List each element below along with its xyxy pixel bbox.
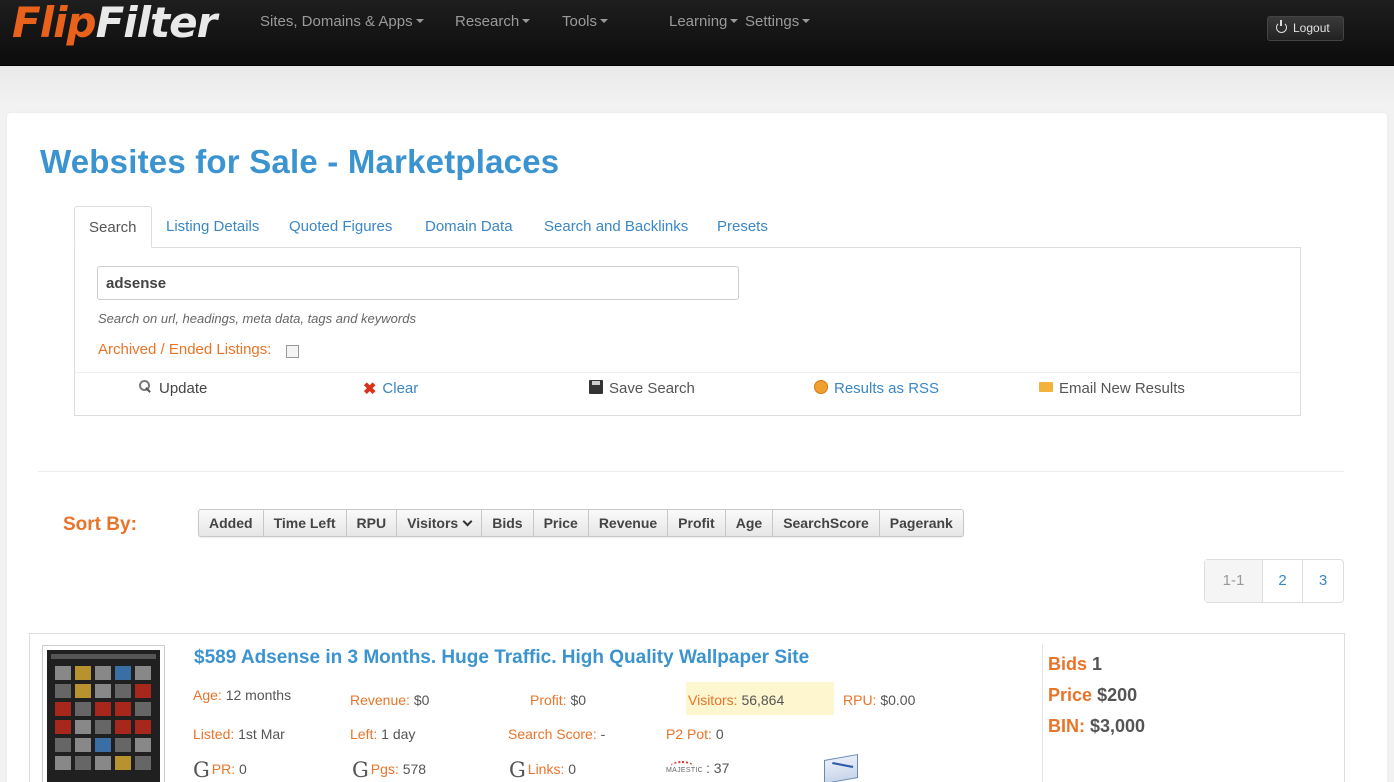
sort-button-group: Added Time Left RPU Visitors Bids Price … <box>198 509 964 537</box>
nav-settings[interactable]: Settings <box>745 13 811 30</box>
visitors-field: Visitors: 56,864 <box>688 692 785 708</box>
rpu-field: RPU: $0.00 <box>843 692 916 708</box>
sort-searchscore[interactable]: SearchScore <box>773 510 880 536</box>
sort-added[interactable]: Added <box>199 510 264 536</box>
age-field: Age: 12 months <box>193 687 292 703</box>
price-field: Price $200 <box>1048 685 1138 705</box>
pagination: 1-1 2 3 <box>1204 559 1344 603</box>
listing-title-link[interactable]: $589 Adsense in 3 Months. Huge Traffic. … <box>194 647 809 669</box>
listed-field: Listed: 1st Mar <box>193 726 285 742</box>
tab-search-and-backlinks[interactable]: Search and Backlinks <box>544 206 688 248</box>
pagerank-field: G PR: 0 <box>193 758 247 782</box>
divider <box>75 372 1300 373</box>
nav-tools[interactable]: Tools <box>562 13 609 30</box>
nav-sites-domains-apps[interactable]: Sites, Domains & Apps <box>260 13 424 30</box>
chart-icon[interactable] <box>824 754 858 782</box>
rss-icon <box>814 380 828 394</box>
sort-visitors[interactable]: Visitors <box>397 510 483 536</box>
majestic-icon: MAJESTIC <box>666 761 703 774</box>
caret-down-icon <box>522 19 531 24</box>
divider <box>38 471 1344 472</box>
caret-down-icon <box>415 19 424 24</box>
top-navbar: FlipFilter Sites, Domains & Apps Researc… <box>0 0 1394 66</box>
caret-down-icon <box>730 19 739 24</box>
nav-learning[interactable]: Learning <box>669 13 739 30</box>
profit-field: Profit: $0 <box>530 692 587 708</box>
tab-search[interactable]: Search <box>74 206 152 248</box>
majestic-field: MAJESTIC: 37 <box>666 760 730 776</box>
bids-field: Bids 1 <box>1048 654 1103 674</box>
search-icon <box>139 380 153 394</box>
page-current: 1-1 <box>1205 560 1263 602</box>
page-background <box>0 66 1394 106</box>
google-icon: G <box>352 758 369 782</box>
power-icon <box>1276 20 1287 33</box>
archived-listings-checkbox[interactable] <box>286 345 299 358</box>
page-2-link[interactable]: 2 <box>1263 560 1303 602</box>
sort-time-left[interactable]: Time Left <box>264 510 347 536</box>
sort-revenue[interactable]: Revenue <box>589 510 669 536</box>
p2-pot-field: P2 Pot: 0 <box>666 726 724 742</box>
sort-profit[interactable]: Profit <box>668 510 726 536</box>
chevron-down-icon <box>462 516 473 527</box>
flipfilter-logo[interactable]: FlipFilter <box>12 0 217 48</box>
nav-research[interactable]: Research <box>455 13 531 30</box>
google-icon: G <box>509 758 526 782</box>
close-icon: ✖ <box>363 381 377 398</box>
tab-quoted-figures[interactable]: Quoted Figures <box>289 206 392 248</box>
page-title: Websites for Sale - Marketplaces <box>40 143 560 180</box>
caret-down-icon <box>600 19 609 24</box>
archived-listings-label: Archived / Ended Listings: <box>98 341 272 358</box>
sort-by-label: Sort By: <box>63 514 137 535</box>
caret-down-icon <box>802 19 811 24</box>
pages-field: G Pgs: 578 <box>352 758 427 782</box>
search-score-field: Search Score: - <box>508 726 606 742</box>
tab-domain-data[interactable]: Domain Data <box>425 206 513 248</box>
save-icon <box>589 380 603 394</box>
divider <box>1042 644 1043 782</box>
bin-field: BIN: $3,000 <box>1048 716 1146 736</box>
page-3-link[interactable]: 3 <box>1303 560 1343 602</box>
update-button[interactable]: Update <box>139 380 207 397</box>
tab-presets[interactable]: Presets <box>717 206 768 248</box>
revenue-field: Revenue: $0 <box>350 692 430 708</box>
sort-rpu[interactable]: RPU <box>347 510 398 536</box>
search-input[interactable] <box>97 266 739 300</box>
clear-button[interactable]: ✖ Clear <box>363 380 418 398</box>
email-new-results-button[interactable]: Email New Results <box>1039 380 1185 397</box>
google-icon: G <box>193 758 210 782</box>
sort-bids[interactable]: Bids <box>482 510 534 536</box>
logout-button[interactable]: Logout <box>1267 16 1344 41</box>
listing-thumbnail[interactable] <box>42 645 165 782</box>
sort-price[interactable]: Price <box>534 510 589 536</box>
mail-icon <box>1039 382 1053 392</box>
sort-age[interactable]: Age <box>726 510 774 536</box>
sort-pagerank[interactable]: Pagerank <box>880 510 963 536</box>
save-search-button[interactable]: Save Search <box>589 380 695 397</box>
search-help-text: Search on url, headings, meta data, tags… <box>98 311 416 326</box>
links-field: G Links: 0 <box>509 758 577 782</box>
tab-listing-details[interactable]: Listing Details <box>166 206 259 248</box>
time-left-field: Left: 1 day <box>350 726 416 742</box>
results-rss-link[interactable]: Results as RSS <box>814 380 939 397</box>
